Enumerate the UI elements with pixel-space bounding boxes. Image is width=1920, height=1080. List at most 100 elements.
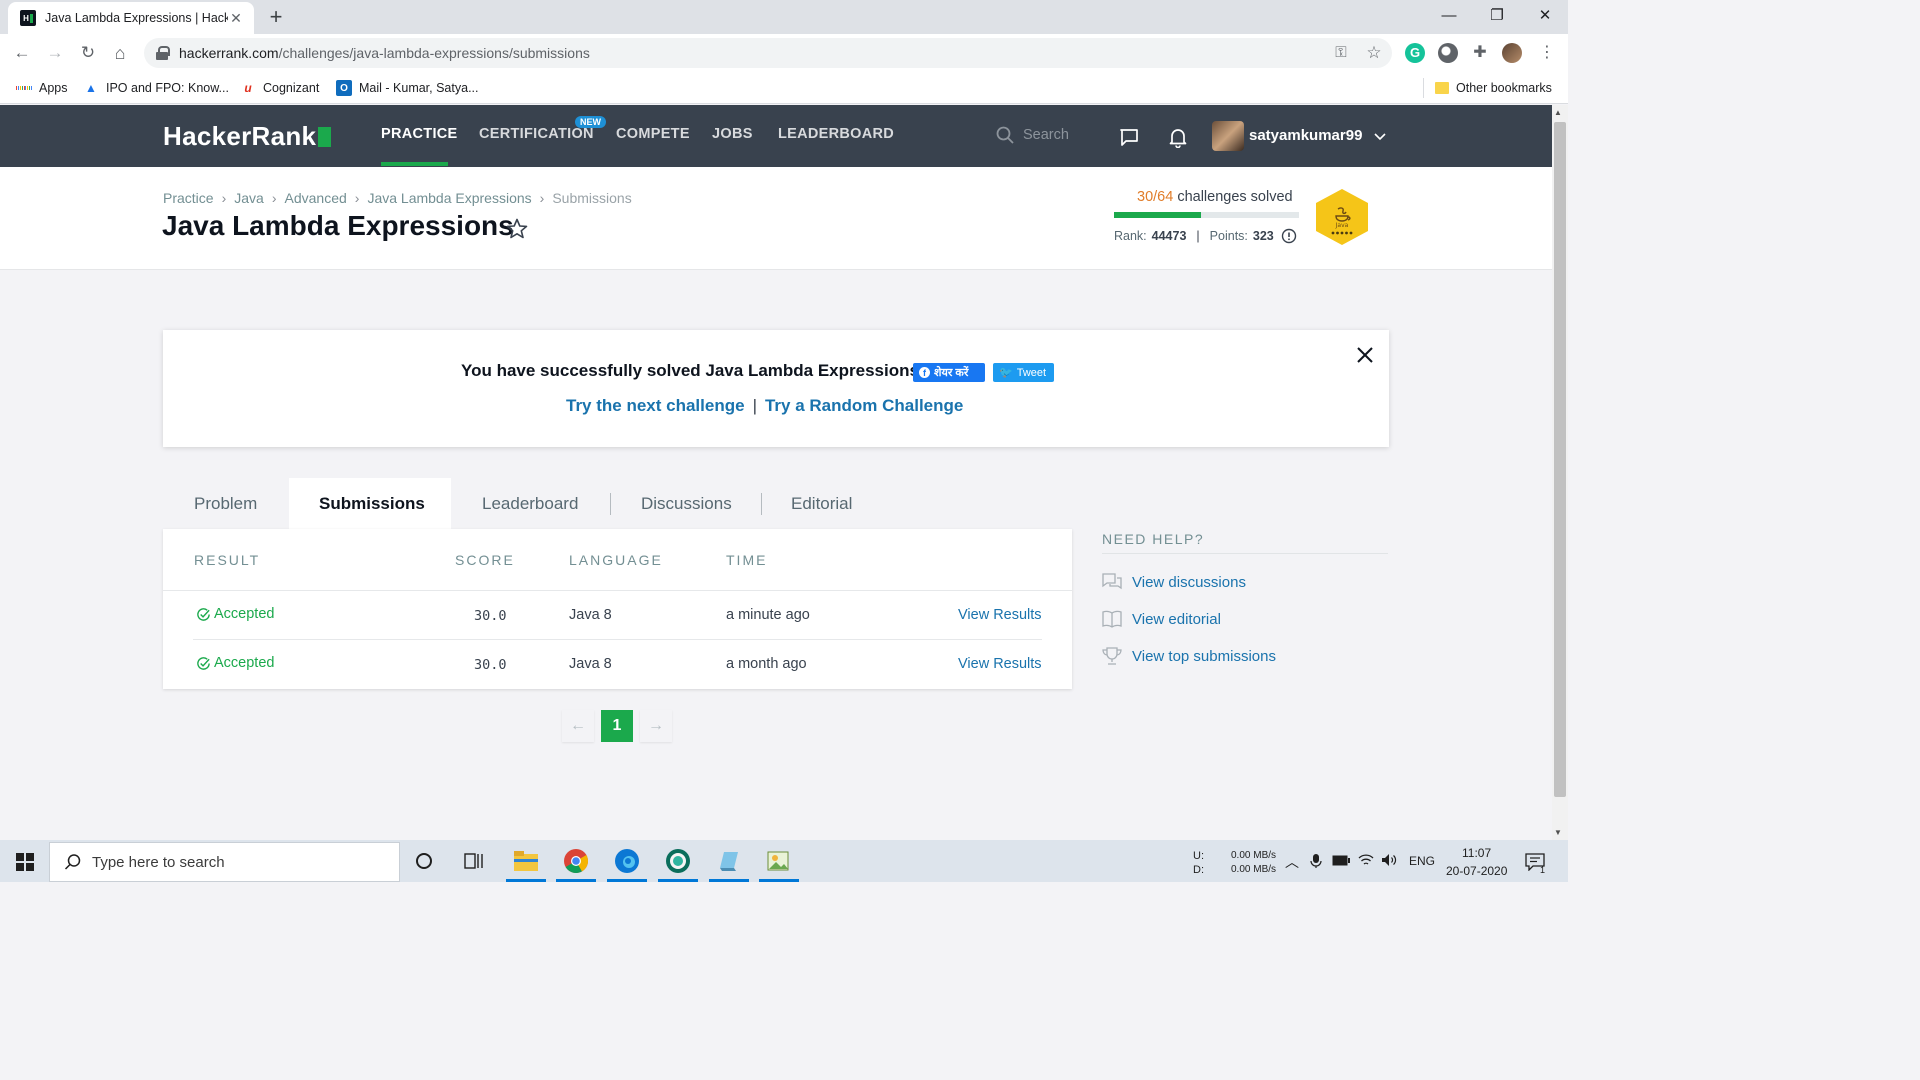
rank-value: 44473: [1151, 229, 1187, 243]
bookmark-mail[interactable]: O Mail - Kumar, Satya...: [336, 78, 478, 98]
bookmark-label: IPO and FPO: Know...: [106, 81, 229, 95]
tab-discussions[interactable]: Discussions: [641, 494, 732, 514]
bookmark-apps[interactable]: Apps: [16, 78, 68, 98]
windows-start-icon[interactable]: [16, 853, 34, 871]
username[interactable]: satyamkumar99: [1249, 127, 1362, 144]
address-bar[interactable]: hackerrank.com/challenges/java-lambda-ex…: [144, 38, 1392, 68]
tab-leaderboard[interactable]: Leaderboard: [482, 494, 578, 514]
home-icon[interactable]: ⌂: [106, 40, 134, 66]
next-challenge-link[interactable]: Try the next challenge: [566, 396, 745, 416]
language-indicator[interactable]: ENG: [1409, 854, 1435, 868]
breadcrumb-advanced[interactable]: Advanced: [285, 190, 347, 206]
nav-compete[interactable]: COMPETE: [616, 126, 690, 142]
search-placeholder: Search: [1023, 127, 1069, 143]
new-tab-icon[interactable]: +: [262, 4, 290, 30]
restore-icon[interactable]: ❐: [1474, 0, 1520, 32]
speaker-icon[interactable]: [1381, 853, 1397, 867]
battery-icon[interactable]: [1332, 855, 1350, 866]
time-value: a minute ago: [726, 607, 810, 623]
site-search[interactable]: Search: [996, 126, 1069, 144]
scrollbar-thumb[interactable]: [1554, 122, 1566, 797]
wifi-icon[interactable]: [1358, 853, 1374, 867]
nav-jobs[interactable]: JOBS: [712, 126, 753, 142]
tweet-button[interactable]: 🐦 Tweet: [993, 363, 1054, 382]
random-challenge-link[interactable]: Try a Random Challenge: [765, 396, 963, 416]
facebook-icon: f: [919, 367, 930, 378]
view-discussions-link[interactable]: View discussions: [1102, 571, 1246, 593]
view-top-submissions-link[interactable]: View top submissions: [1102, 645, 1276, 667]
other-bookmarks[interactable]: Other bookmarks: [1435, 78, 1552, 98]
notifications-bell-icon[interactable]: [1167, 126, 1189, 148]
chrome-icon[interactable]: [561, 846, 591, 876]
hackerrank-logo[interactable]: HackerRank: [163, 121, 332, 152]
triangle-logo-icon: ▲: [85, 81, 97, 95]
grammarly-extension-icon[interactable]: G: [1405, 43, 1425, 63]
cortana-icon[interactable]: [415, 852, 433, 870]
scroll-down-icon[interactable]: ▼: [1554, 828, 1562, 837]
back-icon[interactable]: ←: [8, 40, 36, 66]
nav-practice[interactable]: PRACTICE: [381, 126, 458, 142]
tab-close-icon[interactable]: ✕: [228, 10, 244, 27]
net-up-speed: 0.00 MB/s: [1231, 850, 1277, 861]
chrome-menu-icon[interactable]: ⋮: [1536, 42, 1558, 64]
notepad-icon[interactable]: [714, 846, 744, 876]
extension-circle-icon[interactable]: [1438, 43, 1458, 63]
bookmark-star-icon[interactable]: ☆: [1363, 42, 1385, 64]
view-results-link[interactable]: View Results: [958, 656, 1042, 672]
scroll-up-icon[interactable]: ▲: [1554, 108, 1562, 117]
facebook-share-button[interactable]: f शेयर करें: [913, 363, 985, 382]
tab-submissions-label: Submissions: [319, 494, 425, 513]
previous-page-button[interactable]: ←: [562, 710, 594, 742]
messages-icon[interactable]: [1118, 126, 1140, 148]
view-editorial-link[interactable]: View editorial: [1102, 608, 1221, 630]
profile-avatar-icon[interactable]: [1502, 43, 1522, 63]
nav-leaderboard[interactable]: LEADERBOARD: [778, 126, 894, 142]
close-icon[interactable]: [1352, 342, 1378, 368]
breadcrumb-practice[interactable]: Practice: [163, 190, 214, 206]
other-bookmarks-label: Other bookmarks: [1456, 81, 1552, 95]
extensions-puzzle-icon[interactable]: ✚: [1469, 42, 1491, 64]
tab-editorial[interactable]: Editorial: [791, 494, 852, 514]
bookmark-cognizant[interactable]: u Cognizant: [240, 78, 319, 98]
rank-points: Rank: 44473 | Points: 323: [1114, 228, 1297, 244]
need-help-heading: NEED HELP?: [1102, 531, 1205, 547]
page-1-button[interactable]: 1: [601, 710, 633, 742]
view-results-link[interactable]: View Results: [958, 607, 1042, 623]
help-link-label: View discussions: [1132, 573, 1246, 591]
nav-certification[interactable]: CERTIFICATION: [479, 126, 594, 142]
clock-time[interactable]: 11:07: [1462, 846, 1491, 860]
taskbar-search-box[interactable]: Type here to search: [49, 842, 400, 882]
column-header-time: TIME: [726, 552, 768, 568]
tab-problem[interactable]: Problem: [194, 494, 257, 514]
key-icon[interactable]: ⚿: [1330, 42, 1352, 64]
window-close-icon[interactable]: ✕: [1522, 0, 1568, 32]
reload-icon[interactable]: ↻: [74, 40, 102, 66]
points-label: Points:: [1209, 229, 1248, 243]
url-host: hackerrank.com: [179, 45, 279, 61]
badge-label: Java: [1335, 222, 1349, 229]
task-view-icon[interactable]: [464, 852, 484, 870]
java-badge[interactable]: Java: [1314, 187, 1370, 247]
app-swirl-icon[interactable]: [663, 846, 693, 876]
browser-tab[interactable]: H Java Lambda Expressions | HackerRank ✕: [8, 2, 254, 34]
chevron-down-icon[interactable]: [1373, 130, 1387, 144]
page-title: Java Lambda Expressions: [162, 210, 514, 241]
solved-count: 30/64: [1137, 189, 1174, 205]
breadcrumb-java[interactable]: Java: [234, 190, 264, 206]
bookmark-ipo[interactable]: ▲ IPO and FPO: Know...: [83, 78, 229, 98]
breadcrumb-challenge[interactable]: Java Lambda Expressions: [367, 190, 531, 206]
info-icon[interactable]: [1281, 228, 1297, 244]
bookmark-star-icon[interactable]: [505, 217, 529, 241]
minimize-icon[interactable]: —: [1426, 0, 1472, 32]
next-page-button[interactable]: →: [640, 710, 672, 742]
edge-icon[interactable]: [612, 846, 642, 876]
solved-label: challenges solved: [1177, 189, 1293, 205]
paint-icon[interactable]: [764, 846, 794, 876]
clock-date[interactable]: 20-07-2020: [1446, 864, 1507, 878]
chevron-up-icon[interactable]: ︿: [1285, 852, 1299, 872]
user-avatar[interactable]: [1212, 121, 1244, 151]
file-explorer-icon[interactable]: [511, 846, 541, 876]
forward-icon[interactable]: →: [41, 40, 69, 66]
result-text: Accepted: [214, 606, 275, 622]
microphone-icon[interactable]: [1310, 853, 1322, 869]
